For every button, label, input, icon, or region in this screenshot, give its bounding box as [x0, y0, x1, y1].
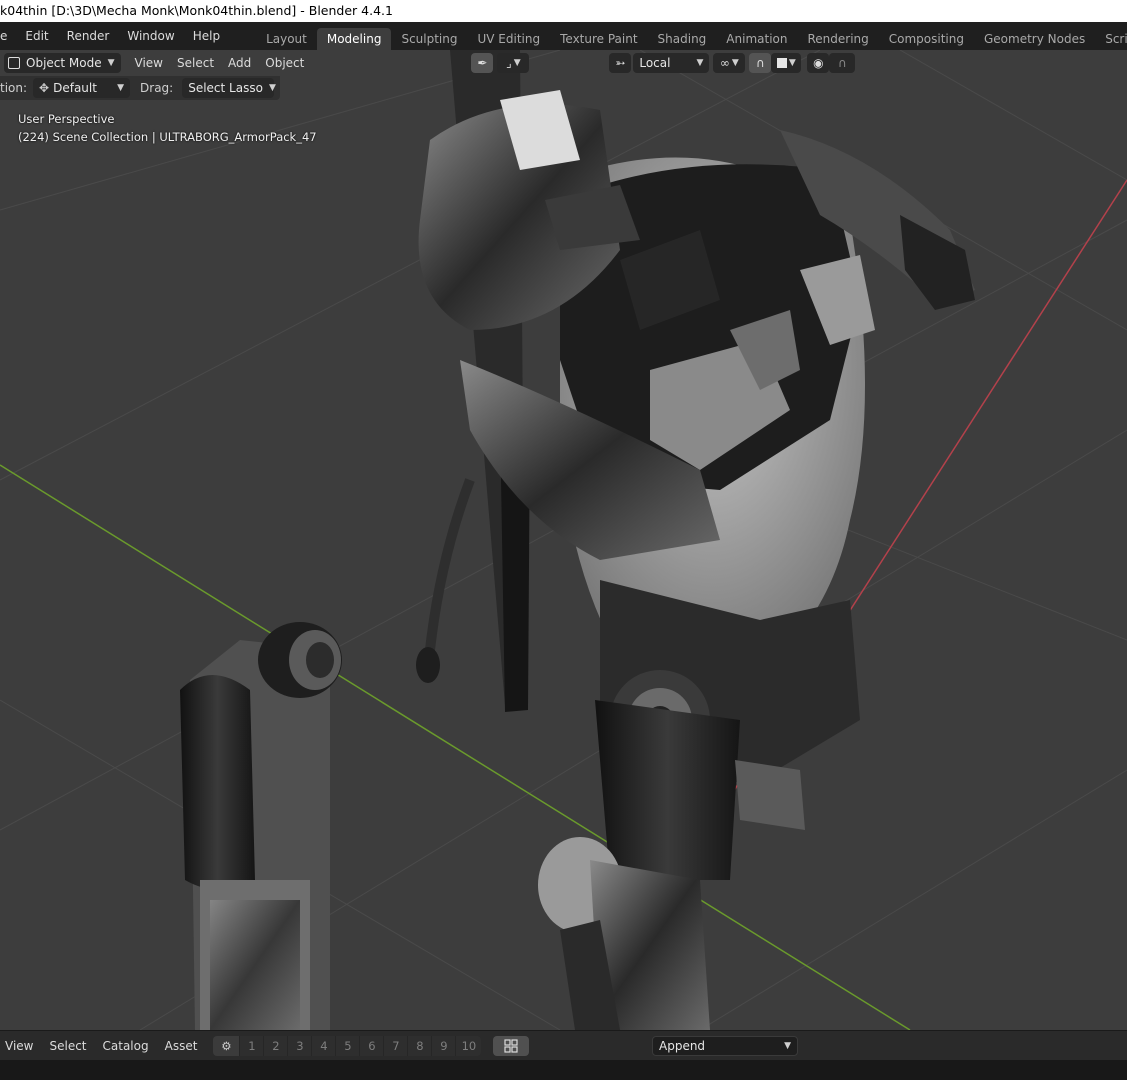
drag-value: Select Lasso [188, 81, 263, 95]
collection-info-label: (224) Scene Collection | ULTRABORG_Armor… [18, 130, 317, 144]
transform-pivot-icon[interactable]: ➳ [609, 52, 632, 73]
tool-options-bar: tion: ✥ Default ▼ Drag: Select Lasso ▼ [0, 76, 281, 100]
menu-edit[interactable]: Edit [16, 22, 57, 50]
square-icon [776, 57, 787, 68]
import-method-dropdown[interactable]: Append ▼ [652, 1036, 798, 1056]
chevron-down-icon: ▼ [107, 57, 115, 68]
catalog-button-10[interactable]: 10 [455, 1035, 482, 1056]
chevron-down-icon: ▼ [731, 57, 739, 68]
workspace-tabs: Layout Modeling Sculpting UV Editing Texture… [256, 22, 1127, 50]
asset-shelf-bar: View Select Catalog Asset ⚙ 1 2 3 4 5 6 … [0, 1030, 1127, 1060]
curve-icon: ⌟ [506, 55, 512, 70]
header-menu-select[interactable]: Select [170, 56, 221, 70]
asset-menu-catalog[interactable]: Catalog [95, 1039, 157, 1053]
menu-window[interactable]: Window [118, 22, 183, 50]
perspective-label: User Perspective [18, 112, 115, 126]
status-bar [0, 1060, 1127, 1080]
chevron-down-icon: ▼ [117, 83, 125, 93]
transform-space-label: Local [639, 55, 671, 70]
asset-menu-select[interactable]: Select [41, 1039, 94, 1053]
orientation-dropdown[interactable]: ✥ Default ▼ [33, 78, 131, 98]
object-mode-icon [8, 56, 20, 69]
window-title-bar: k04thin [D:\3D\Mecha Monk\Monk04thin.ble… [0, 0, 1127, 22]
top-bar: e Edit Render Window Help Layout Modeling… [0, 22, 1127, 50]
link-icon: ∞ [719, 55, 730, 70]
snap-source-dropdown[interactable]: ⌟ ▼ [497, 52, 530, 73]
header-menu-add[interactable]: Add [221, 56, 258, 70]
catalog-button-4[interactable]: 4 [311, 1035, 336, 1056]
asset-library-icon[interactable]: ⚙ [213, 1035, 240, 1056]
eyedropper-icon[interactable]: ✒ [471, 52, 494, 73]
catalog-button-8[interactable]: 8 [407, 1035, 432, 1056]
workspace-tab-scripting[interactable]: Scripting [1095, 28, 1127, 50]
menu-render[interactable]: Render [58, 22, 119, 50]
catalog-button-5[interactable]: 5 [335, 1035, 360, 1056]
import-method-label: Append [659, 1039, 706, 1053]
workspace-tab-layout[interactable]: Layout [256, 28, 317, 50]
workspace-tab-shading[interactable]: Shading [648, 28, 717, 50]
mode-dropdown[interactable]: Object Mode ▼ [4, 52, 121, 73]
transform-space-dropdown[interactable]: Local ▼ [633, 52, 710, 73]
chevron-down-icon: ▼ [784, 1041, 791, 1051]
mecha-monk-model [416, 50, 975, 1030]
orientation-axes-icon: ✥ [39, 81, 50, 95]
main-menu: e Edit Render Window Help [0, 22, 229, 50]
grid-icon [504, 1038, 519, 1053]
chevron-down-icon: ▼ [513, 57, 521, 68]
viewport-info-overlay: User Perspective (224) Scene Collection … [18, 110, 317, 146]
catalog-button-3[interactable]: 3 [287, 1035, 312, 1056]
drag-dropdown[interactable]: Select Lasso ▼ [182, 78, 276, 98]
asset-menu-asset[interactable]: Asset [157, 1039, 206, 1053]
snap-dropdown[interactable]: ∞ ▼ [713, 52, 746, 73]
window-title: k04thin [D:\3D\Mecha Monk\Monk04thin.ble… [0, 3, 393, 18]
catalog-button-1[interactable]: 1 [239, 1035, 264, 1056]
menu-file[interactable]: e [0, 22, 16, 50]
workspace-tab-modeling[interactable]: Modeling [316, 28, 392, 50]
chevron-down-icon: ▼ [696, 57, 704, 68]
workspace-tab-animation[interactable]: Animation [716, 28, 797, 50]
workspace-tab-rendering[interactable]: Rendering [797, 28, 878, 50]
asset-menu-view[interactable]: View [0, 1039, 41, 1053]
viewport-scene [0, 50, 1127, 1030]
catalog-button-2[interactable]: 2 [263, 1035, 288, 1056]
3d-viewport[interactable] [0, 50, 1127, 1030]
snap-target-dropdown[interactable]: ▼ [771, 52, 802, 73]
orientation-value: Default [53, 81, 97, 95]
viewport-header: Object Mode ▼ View Select Add Object ✒ ⌟… [0, 50, 1127, 75]
catalog-button-9[interactable]: 9 [431, 1035, 456, 1056]
menu-help[interactable]: Help [184, 22, 229, 50]
workspace-tab-geometry-nodes[interactable]: Geometry Nodes [974, 28, 1095, 50]
falloff-curve-icon: ∩ [837, 55, 847, 70]
magnet-icon[interactable]: ∩ [749, 52, 772, 73]
workspace-tab-compositing[interactable]: Compositing [879, 28, 974, 50]
workspace-tab-uv-editing[interactable]: UV Editing [468, 28, 551, 50]
workspace-tab-texture-paint[interactable]: Texture Paint [550, 28, 647, 50]
falloff-dropdown[interactable]: ∩ [829, 52, 856, 73]
chevron-down-icon: ▼ [788, 57, 796, 68]
catalog-button-7[interactable]: 7 [383, 1035, 408, 1056]
catalog-number-bar: ⚙ 1 2 3 4 5 6 7 8 9 10 [213, 1035, 482, 1056]
catalog-button-6[interactable]: 6 [359, 1035, 384, 1056]
header-menu-view[interactable]: View [128, 56, 170, 70]
chevron-down-icon: ▼ [268, 83, 276, 93]
mode-label: Object Mode [26, 55, 102, 70]
drag-label: Drag: [140, 81, 174, 95]
proportional-editing-icon[interactable]: ◉ [807, 52, 830, 73]
workspace-tab-sculpting[interactable]: Sculpting [391, 28, 467, 50]
armor-leg-part [180, 622, 342, 1030]
grid-view-icon[interactable] [493, 1035, 530, 1056]
orientation-label: tion: [0, 81, 28, 95]
header-menu-object[interactable]: Object [258, 56, 311, 70]
